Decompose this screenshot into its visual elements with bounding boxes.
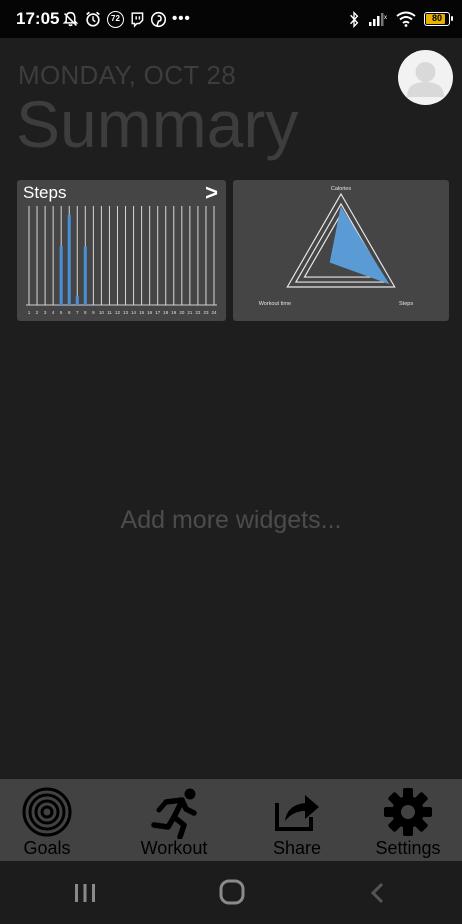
tick-label-18: 18 bbox=[163, 310, 169, 315]
pinterest-icon bbox=[150, 11, 167, 27]
alarm-icon bbox=[86, 11, 100, 27]
radar-axis-label: Steps bbox=[399, 301, 413, 307]
tick-label-15: 15 bbox=[139, 310, 145, 315]
radar-axis-label: Workout time bbox=[259, 301, 291, 307]
bar-6 bbox=[67, 215, 71, 305]
add-widgets-placeholder[interactable]: Add more widgets... bbox=[0, 506, 462, 535]
tick-label-13: 13 bbox=[123, 310, 129, 315]
tick-label-11: 11 bbox=[107, 310, 112, 315]
tick-label-2: 2 bbox=[36, 310, 39, 315]
running-icon bbox=[151, 788, 197, 839]
home-icon[interactable] bbox=[212, 879, 252, 907]
tick-label-3: 3 bbox=[44, 310, 47, 315]
tick-label-14: 14 bbox=[131, 310, 137, 315]
recents-icon[interactable] bbox=[65, 879, 105, 907]
tick-label-20: 20 bbox=[179, 310, 185, 315]
tick-label-1: 1 bbox=[28, 310, 31, 315]
gear-icon bbox=[384, 788, 432, 836]
tick-label-23: 23 bbox=[203, 310, 209, 315]
radar-data-area bbox=[329, 206, 390, 285]
radar-axis-label: Calories bbox=[331, 186, 351, 192]
bottom-nav: Goals Workout Share Settings bbox=[0, 779, 462, 861]
nav-settings[interactable]: Settings bbox=[358, 779, 458, 861]
bar-8 bbox=[83, 246, 87, 305]
badge-icon: 72 bbox=[107, 10, 124, 28]
status-time: 17:05 bbox=[16, 9, 60, 28]
back-icon[interactable] bbox=[358, 879, 398, 907]
page-title: Summary bbox=[16, 87, 299, 161]
tick-label-8: 8 bbox=[84, 310, 87, 315]
tick-label-4: 4 bbox=[52, 310, 55, 315]
nav-share[interactable]: Share bbox=[247, 779, 347, 861]
radar-widget[interactable]: Calories Steps Workout time bbox=[233, 180, 449, 321]
battery-level: 80 bbox=[431, 13, 442, 23]
radar-chart: Calories Steps Workout time bbox=[259, 186, 414, 307]
bar-5 bbox=[59, 246, 63, 305]
signal-icon: x bbox=[369, 13, 387, 26]
bell-off-icon bbox=[62, 11, 79, 26]
nav-workout-label: Workout bbox=[140, 838, 208, 858]
tick-label-24: 24 bbox=[211, 310, 217, 315]
nav-settings-label: Settings bbox=[375, 838, 441, 858]
tick-label-17: 17 bbox=[155, 310, 161, 315]
bluetooth-icon bbox=[350, 10, 359, 28]
nav-goals[interactable]: Goals bbox=[0, 779, 94, 861]
steps-widget[interactable]: Steps > 1 2 3 4 5 6 7 8 9 10 11 12 13 14 15 16 17 18 19 20 2… bbox=[17, 180, 226, 321]
tick-label-9: 9 bbox=[92, 310, 95, 315]
tick-label-7: 7 bbox=[76, 310, 79, 315]
tick-label-21: 21 bbox=[187, 310, 193, 315]
bar-7 bbox=[75, 296, 79, 305]
share-icon bbox=[275, 795, 319, 831]
tick-label-6: 6 bbox=[68, 310, 71, 315]
system-nav-bar bbox=[0, 861, 462, 924]
overflow-dots: ••• bbox=[172, 10, 191, 27]
tick-label-12: 12 bbox=[115, 310, 121, 315]
nav-workout[interactable]: Workout bbox=[124, 779, 224, 861]
battery-icon: 80 bbox=[424, 12, 453, 26]
status-bar: 17:05 72 ••• x 80 bbox=[0, 0, 462, 38]
nav-share-label: Share bbox=[272, 838, 322, 858]
svg-text:x: x bbox=[384, 15, 387, 21]
tick-label-5: 5 bbox=[60, 310, 63, 315]
steps-chart: 1 2 3 4 5 6 7 8 9 10 11 12 13 14 15 16 17 18 19 20 21 22 23 24 bbox=[26, 206, 217, 315]
tick-label-16: 16 bbox=[147, 310, 153, 315]
twitch-icon bbox=[131, 11, 144, 28]
tick-label-19: 19 bbox=[171, 310, 177, 315]
notification-count: 72 bbox=[111, 13, 120, 23]
user-icon bbox=[407, 62, 444, 97]
tick-label-10: 10 bbox=[99, 310, 105, 315]
nav-goals-label: Goals bbox=[23, 838, 71, 858]
avatar[interactable] bbox=[398, 50, 453, 105]
tick-label-22: 22 bbox=[195, 310, 201, 315]
wifi-icon bbox=[396, 11, 416, 27]
target-icon bbox=[22, 787, 72, 837]
